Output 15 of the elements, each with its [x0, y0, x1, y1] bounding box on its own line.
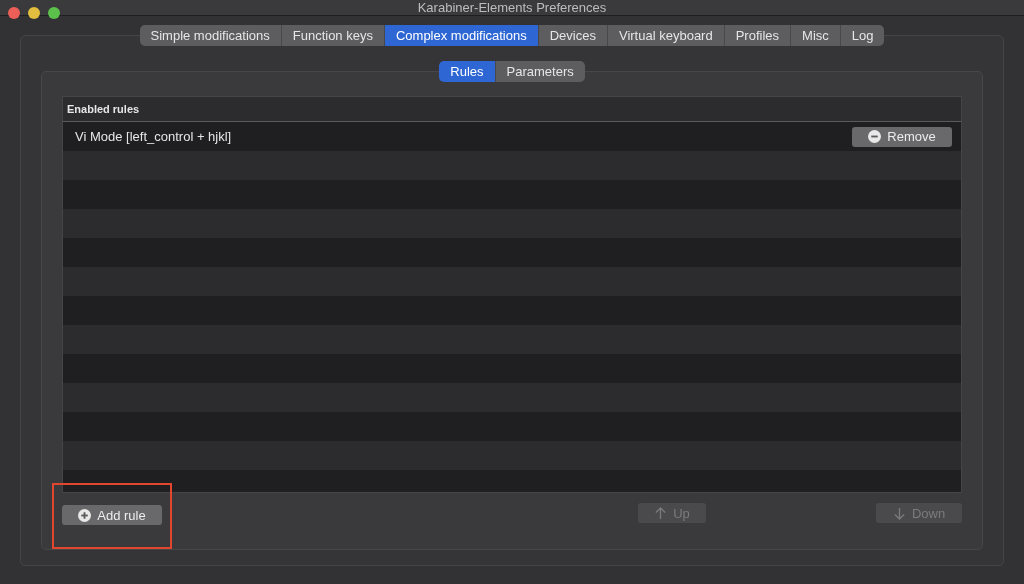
tab[interactable]: Profiles [724, 25, 792, 46]
tab[interactable]: Rules [439, 61, 496, 82]
add-rule-button[interactable]: Add rule [62, 505, 162, 525]
column-header: Enabled rules [67, 103, 140, 115]
tab[interactable]: Simple modifications [139, 25, 282, 46]
window-title: Karabiner-Elements Preferences [417, 0, 607, 15]
tab[interactable]: Log [840, 25, 885, 46]
tab[interactable]: Misc [791, 25, 841, 46]
tab[interactable]: Devices [538, 25, 608, 46]
rule-name: Vi Mode [left_control + hjkl] [75, 129, 232, 144]
remove-button[interactable]: Remove [852, 126, 952, 147]
tab[interactable]: Virtual keyboard [607, 25, 725, 46]
tab[interactable]: Parameters [495, 61, 585, 82]
tab[interactable]: Function keys [281, 25, 385, 46]
tab[interactable]: Complex modifications [384, 25, 539, 46]
